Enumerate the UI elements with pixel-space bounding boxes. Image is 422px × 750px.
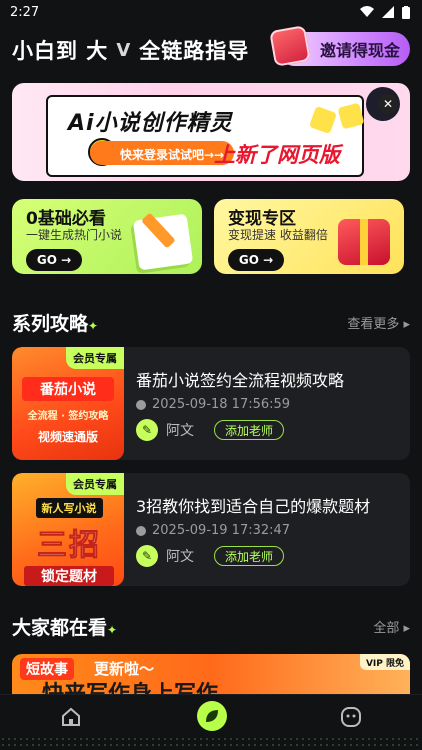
article-time: 2025-09-18 17:56:59 xyxy=(136,397,290,412)
banner-headline: 快来写作身上写作 xyxy=(42,676,218,694)
profile-tab[interactable] xyxy=(337,703,365,731)
article-author: ✎ 阿文 添加老师 xyxy=(136,545,285,567)
add-teacher-button[interactable]: 添加老师 xyxy=(214,420,285,440)
status-time: 2:27 xyxy=(10,4,40,20)
sparkle-icon: ✦ xyxy=(88,318,99,333)
promo-banner[interactable]: Ai小说创作精灵 快来登录试试吧→→ 上新了网页版 ✕ xyxy=(12,83,410,181)
article-author: ✎ 阿文 添加老师 xyxy=(136,419,285,441)
article-title: 番茄小说签约全流程视频攻略 xyxy=(136,371,345,390)
close-icon[interactable]: ✕ xyxy=(378,94,398,114)
sparkle-icon: ✦ xyxy=(107,622,118,637)
vip-free-badge: VIP 限免 xyxy=(359,654,410,670)
banner-try-label: 快来登录试试吧→→ xyxy=(90,141,235,165)
leaf-icon xyxy=(206,710,218,722)
avatar: ✎ xyxy=(136,545,158,567)
quick-card-subtitle: 变现提速 收益翻倍 xyxy=(228,228,328,242)
banner-title: Ai小说创作精灵 xyxy=(68,111,233,136)
clock-icon xyxy=(136,399,146,410)
go-button[interactable]: GO → xyxy=(228,249,284,271)
see-all-link[interactable]: 全部 ▸ xyxy=(373,617,410,636)
decorative-dots xyxy=(0,736,422,750)
article-thumbnail: 会员专属 番茄小说 全流程 · 签约攻略 视频速通版 xyxy=(12,347,124,460)
gift-box-icon xyxy=(338,219,390,265)
pencil-book-icon xyxy=(132,213,194,271)
vip-badge: 会员专属 xyxy=(66,473,124,495)
bottom-tab-bar xyxy=(0,694,422,750)
thumbnail-text: 番茄小说 全流程 · 签约攻略 视频速通版 xyxy=(22,377,114,445)
article-card[interactable]: 会员专属 新人写小说 三招 锁定题材 3招教你找到适合自己的爆款题材 2025-… xyxy=(12,473,410,586)
section-title: 大家都在看 xyxy=(12,616,108,639)
go-button[interactable]: GO → xyxy=(26,249,82,271)
app-header: 小白到 大 V 全链路指导 邀请得现金 xyxy=(12,25,410,70)
thumbnail-text: 新人写小说 三招 锁定题材 xyxy=(24,497,114,586)
quick-card-basics[interactable]: 0基础必看 一键生成热门小说 GO → xyxy=(12,199,202,274)
home-tab[interactable] xyxy=(57,703,85,731)
status-icons xyxy=(360,5,410,19)
quick-card-subtitle: 一键生成热门小说 xyxy=(26,228,123,242)
wifi-icon xyxy=(360,6,374,17)
article-title: 3招教你找到适合自己的爆款题材 xyxy=(136,497,371,516)
home-icon xyxy=(62,707,80,726)
gift-icon xyxy=(269,25,311,67)
invite-cash-button[interactable]: 邀请得现金 xyxy=(269,25,410,67)
series-section-header: 系列攻略✦ 查看更多 ▸ xyxy=(12,309,410,335)
vip-badge: 会员专属 xyxy=(66,347,124,369)
see-more-link[interactable]: 查看更多 ▸ xyxy=(347,313,410,332)
clock-icon xyxy=(136,525,146,536)
create-tab[interactable] xyxy=(197,701,227,731)
article-time: 2025-09-19 17:32:47 xyxy=(136,523,290,538)
smile-icon xyxy=(341,707,361,727)
everyone-section-header: 大家都在看✦ 全部 ▸ xyxy=(12,613,410,639)
short-story-banner[interactable]: 短故事 更新啦～ VIP 限免 快来写作身上写作 xyxy=(12,654,410,694)
article-card[interactable]: 会员专属 番茄小说 全流程 · 签约攻略 视频速通版 番茄小说签约全流程视频攻略… xyxy=(12,347,410,460)
battery-icon xyxy=(402,5,410,19)
brand-title: 小白到 大 V 全链路指导 xyxy=(12,39,250,63)
banner-new-label: 上新了网页版 xyxy=(214,143,340,167)
status-bar: 2:27 xyxy=(0,0,422,24)
section-title: 系列攻略 xyxy=(12,312,89,335)
add-teacher-button[interactable]: 添加老师 xyxy=(214,546,285,566)
signal-icon xyxy=(382,6,394,18)
quick-card-monetize[interactable]: 变现专区 变现提速 收益翻倍 GO → xyxy=(214,199,404,274)
avatar: ✎ xyxy=(136,419,158,441)
article-thumbnail: 会员专属 新人写小说 三招 锁定题材 xyxy=(12,473,124,586)
